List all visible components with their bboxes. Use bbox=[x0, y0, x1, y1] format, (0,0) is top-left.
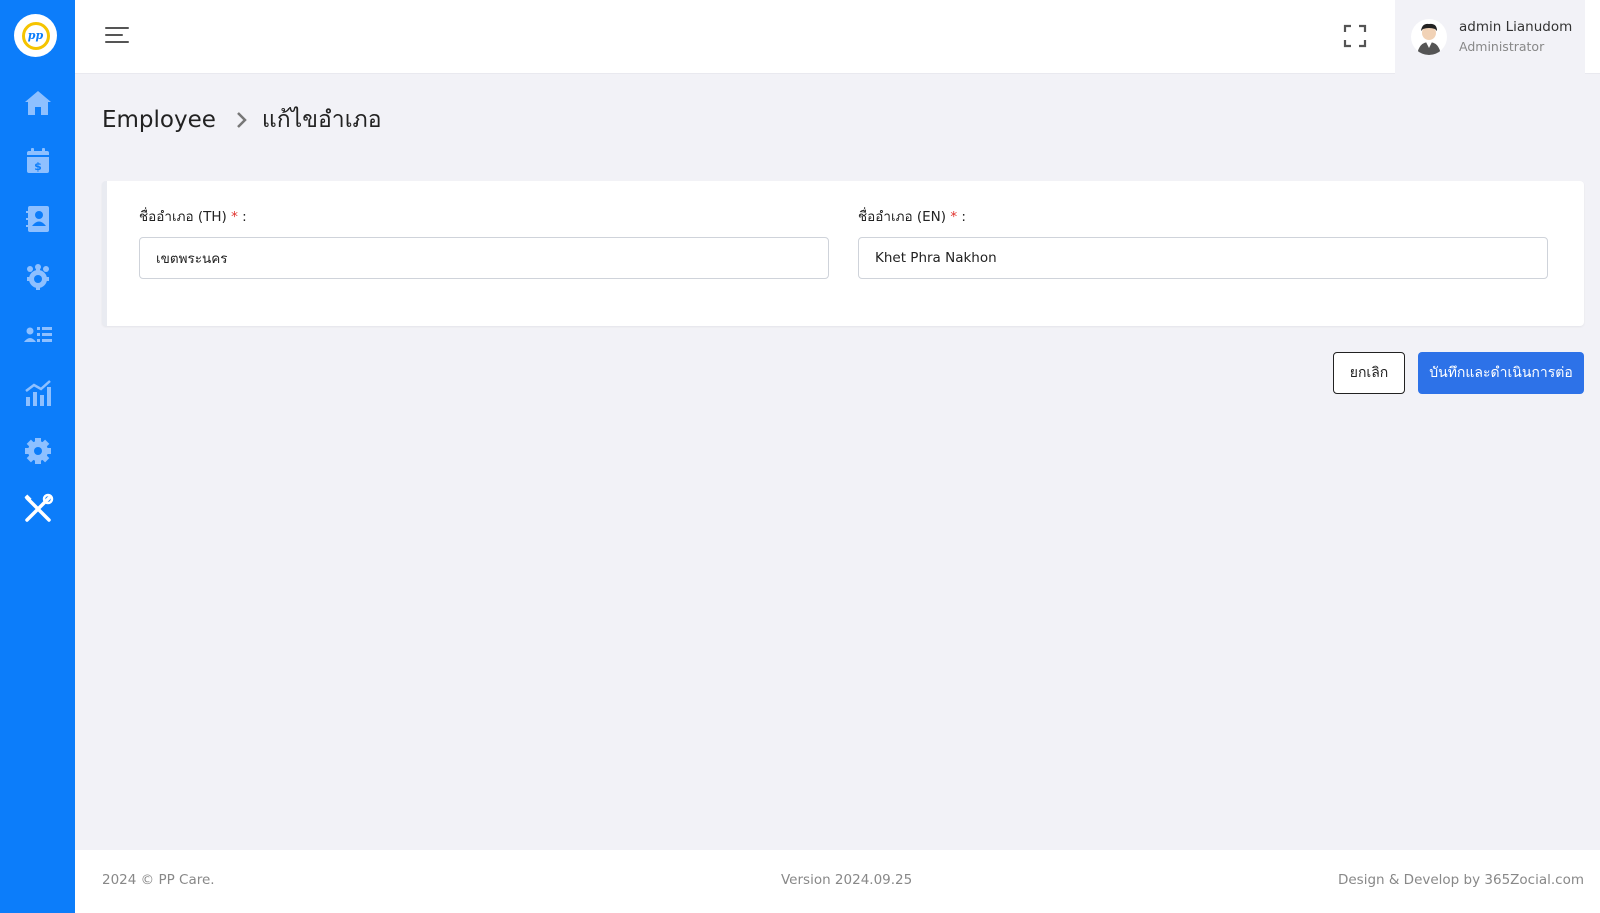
label-text-en: ชื่ออำเภอ (EN) bbox=[858, 209, 947, 225]
user-menu[interactable]: admin Lianudom Administrator bbox=[1395, 0, 1585, 74]
sidebar-item-settings[interactable] bbox=[0, 428, 75, 474]
footer: 2024 © PP Care. Version 2024.09.25 Desig… bbox=[75, 850, 1600, 913]
user-name: admin Lianudom bbox=[1459, 19, 1573, 35]
avatar bbox=[1411, 19, 1447, 55]
field-district-en: ชื่ออำเภอ (EN) * : bbox=[858, 207, 1548, 279]
people-gear-icon bbox=[26, 264, 49, 290]
user-list-icon bbox=[23, 327, 52, 342]
chart-icon bbox=[24, 380, 51, 406]
user-role: Administrator bbox=[1459, 39, 1545, 54]
cancel-button[interactable]: ยกเลิก bbox=[1333, 352, 1405, 394]
label-text-th: ชื่ออำเภอ (TH) bbox=[139, 209, 227, 225]
footer-credit[interactable]: Design & Develop by 365Zocial.com bbox=[1338, 872, 1584, 888]
calendar-dollar-icon: $ bbox=[26, 148, 49, 173]
tools-icon bbox=[23, 493, 53, 522]
district-en-input[interactable] bbox=[858, 237, 1548, 279]
district-th-input[interactable] bbox=[139, 237, 829, 279]
footer-version: Version 2024.09.25 bbox=[781, 872, 913, 888]
save-continue-button[interactable]: บันทึกและดำเนินการต่อ bbox=[1418, 352, 1584, 394]
sidebar-item-payroll[interactable]: $ bbox=[0, 138, 75, 184]
user-avatar-icon bbox=[1417, 23, 1441, 55]
hamburger-icon bbox=[105, 27, 129, 43]
gear-icon bbox=[24, 438, 51, 464]
app-logo[interactable]: pp bbox=[14, 14, 57, 57]
logo-mark: pp bbox=[21, 21, 50, 50]
sidebar-item-tools[interactable] bbox=[0, 486, 75, 532]
sidebar-item-contacts[interactable] bbox=[0, 196, 75, 242]
label-colon-th: : bbox=[242, 209, 247, 225]
sidebar: pp $ bbox=[0, 0, 75, 913]
sidebar-item-employee-list[interactable] bbox=[0, 312, 75, 358]
breadcrumb-parent[interactable]: Employee bbox=[102, 107, 216, 133]
chevron-right-icon bbox=[236, 111, 248, 129]
field-label-th: ชื่ออำเภอ (TH) * : bbox=[139, 207, 829, 227]
footer-copyright: 2024 © PP Care. bbox=[102, 872, 215, 888]
required-mark-en: * bbox=[950, 209, 958, 225]
contact-book-icon bbox=[25, 206, 49, 232]
page-title: แก้ไขอำเภอ bbox=[261, 107, 382, 133]
sidebar-item-home[interactable] bbox=[0, 80, 75, 126]
sidebar-item-reports[interactable] bbox=[0, 370, 75, 416]
district-form-card: ชื่ออำเภอ (TH) * : ชื่ออำเภอ (EN) * : bbox=[102, 181, 1584, 326]
field-district-th: ชื่ออำเภอ (TH) * : bbox=[139, 207, 829, 279]
home-icon bbox=[24, 91, 51, 115]
top-header: admin Lianudom Administrator bbox=[75, 0, 1600, 74]
required-mark-th: * bbox=[231, 209, 238, 225]
fullscreen-icon bbox=[1343, 24, 1367, 48]
label-colon-en: : bbox=[961, 209, 966, 225]
field-label-en: ชื่ออำเภอ (EN) * : bbox=[858, 207, 1548, 227]
breadcrumb: Employee แก้ไขอำเภอ bbox=[102, 100, 382, 140]
fullscreen-button[interactable] bbox=[1341, 22, 1369, 50]
svg-text:$: $ bbox=[34, 160, 42, 173]
menu-toggle-button[interactable] bbox=[105, 24, 131, 46]
sidebar-item-team-settings[interactable] bbox=[0, 254, 75, 300]
